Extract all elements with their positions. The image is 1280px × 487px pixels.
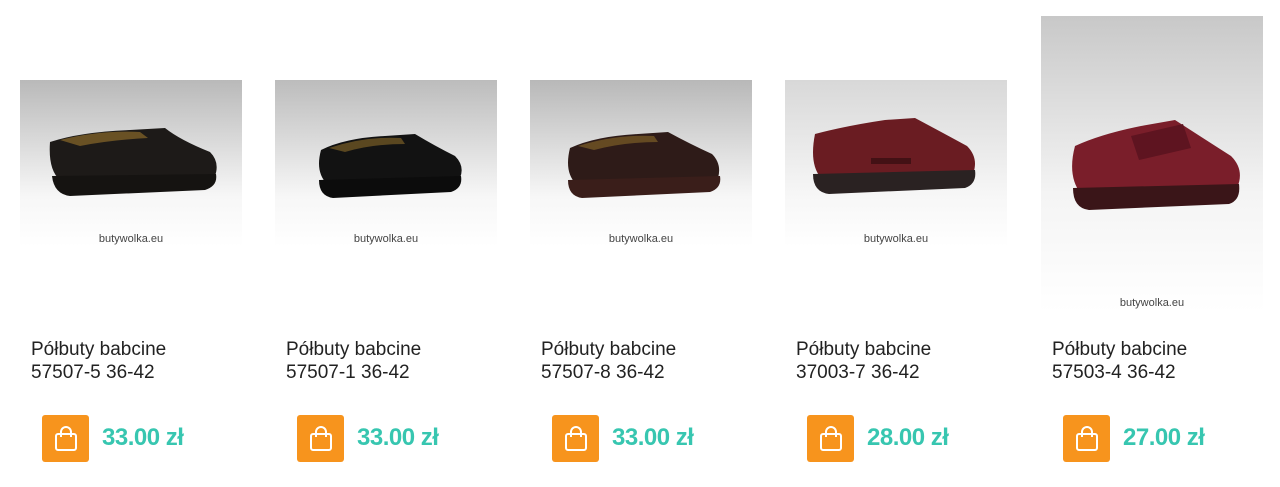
product-title[interactable]: Półbuty babcine 57507-8 36-42	[541, 338, 761, 384]
product-title-line2[interactable]: 57507-5 36-42	[31, 361, 251, 384]
product-title-line2[interactable]: 57507-8 36-42	[541, 361, 761, 384]
product-title-line1[interactable]: Półbuty babcine	[286, 338, 506, 361]
shoe-photo: butywolka.eu	[1041, 16, 1263, 312]
product-title-line1[interactable]: Półbuty babcine	[541, 338, 761, 361]
product-card: butywolka.eu Półbuty babcine 57507-1 36-…	[275, 0, 515, 487]
watermark-text: butywolka.eu	[99, 233, 163, 245]
product-price: 27.00 zł	[1123, 424, 1205, 451]
product-price: 33.00 zł	[102, 424, 184, 451]
product-title[interactable]: Półbuty babcine 57507-1 36-42	[286, 338, 506, 384]
product-image[interactable]: butywolka.eu	[1041, 16, 1263, 312]
watermark-text: butywolka.eu	[864, 233, 928, 245]
shopping-bag-icon	[1075, 425, 1098, 451]
product-image[interactable]: butywolka.eu	[275, 80, 497, 247]
product-image[interactable]: butywolka.eu	[20, 80, 242, 247]
product-title[interactable]: Półbuty babcine 37003-7 36-42	[796, 338, 1016, 384]
shopping-bag-icon	[819, 425, 842, 451]
shoe-photo: butywolka.eu	[530, 80, 752, 247]
product-title-line1[interactable]: Półbuty babcine	[796, 338, 1016, 361]
product-title[interactable]: Półbuty babcine 57507-5 36-42	[31, 338, 251, 384]
shopping-bag-icon	[564, 425, 587, 451]
product-image[interactable]: butywolka.eu	[530, 80, 752, 247]
product-price: 28.00 zł	[867, 424, 949, 451]
product-card: butywolka.eu Półbuty babcine 57507-8 36-…	[530, 0, 770, 487]
product-card: butywolka.eu Półbuty babcine 57503-4 36-…	[1041, 0, 1280, 487]
product-grid: butywolka.eu Półbuty babcine 57507-5 36-…	[0, 0, 1280, 487]
product-price: 33.00 zł	[357, 424, 439, 451]
product-price: 33.00 zł	[612, 424, 694, 451]
watermark-text: butywolka.eu	[354, 233, 418, 245]
watermark-text: butywolka.eu	[1120, 297, 1184, 309]
product-card: butywolka.eu Półbuty babcine 57507-5 36-…	[20, 0, 260, 487]
add-to-cart-button[interactable]	[1063, 415, 1110, 462]
add-to-cart-button[interactable]	[807, 415, 854, 462]
shopping-bag-icon	[309, 425, 332, 451]
product-title-line2[interactable]: 57503-4 36-42	[1052, 361, 1272, 384]
add-to-cart-button[interactable]	[42, 415, 89, 462]
add-to-cart-button[interactable]	[297, 415, 344, 462]
add-to-cart-button[interactable]	[552, 415, 599, 462]
watermark-text: butywolka.eu	[609, 233, 673, 245]
shoe-photo: butywolka.eu	[785, 80, 1007, 247]
product-title[interactable]: Półbuty babcine 57503-4 36-42	[1052, 338, 1272, 384]
product-title-line1[interactable]: Półbuty babcine	[31, 338, 251, 361]
product-title-line2[interactable]: 37003-7 36-42	[796, 361, 1016, 384]
shoe-photo: butywolka.eu	[275, 80, 497, 247]
shopping-bag-icon	[54, 425, 77, 451]
shoe-photo: butywolka.eu	[20, 80, 242, 247]
product-title-line1[interactable]: Półbuty babcine	[1052, 338, 1272, 361]
product-title-line2[interactable]: 57507-1 36-42	[286, 361, 506, 384]
product-card: butywolka.eu Półbuty babcine 37003-7 36-…	[785, 0, 1025, 487]
product-image[interactable]: butywolka.eu	[785, 80, 1007, 247]
